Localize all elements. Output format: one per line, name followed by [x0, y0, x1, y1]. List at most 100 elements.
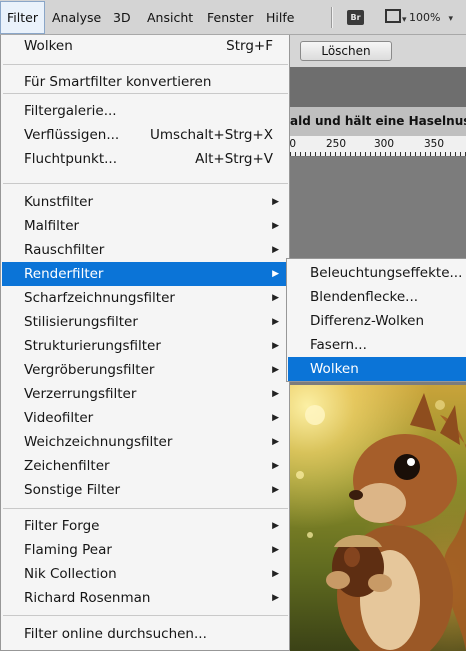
submenu-arrow-icon: ▶: [272, 521, 279, 531]
squirrel-image: [290, 385, 466, 651]
menu-item-label: Filter Forge: [24, 518, 100, 534]
menu-item-label: Vergröberungsfilter: [24, 362, 155, 378]
filter-menu-dropdown: Wolken Strg+F Für Smartfilter konvertieren…: [0, 35, 290, 651]
menu-item-filter-forge[interactable]: Filter Forge ▶: [2, 514, 288, 538]
document-tab[interactable]: ald und hält eine Haselnuss in: [290, 107, 466, 137]
submenu-item-label: Blendenflecke...: [310, 289, 419, 305]
submenu-arrow-icon: ▶: [272, 485, 279, 495]
menu-separator: [3, 183, 288, 184]
submenu-arrow-icon: ▶: [272, 245, 279, 255]
submenu-item-beleuchtungseffekte[interactable]: Beleuchtungseffekte...: [288, 261, 466, 285]
menu-item-flaming-pear[interactable]: Flaming Pear ▶: [2, 538, 288, 562]
menu-item-label: Für Smartfilter konvertieren: [24, 74, 212, 90]
ruler-label: 250: [326, 138, 347, 150]
bridge-icon[interactable]: Br: [347, 10, 364, 25]
menu-item-label: Videofilter: [24, 410, 94, 426]
submenu-item-label: Differenz-Wolken: [310, 313, 425, 329]
submenu-arrow-icon: ▶: [272, 317, 279, 327]
ruler-tick: [315, 152, 316, 156]
submenu-item-blendenflecke[interactable]: Blendenflecke...: [288, 285, 466, 309]
submenu-arrow-icon: ▶: [272, 197, 279, 207]
menu-item-nik-collection[interactable]: Nik Collection ▶: [2, 562, 288, 586]
submenu-item-fasern[interactable]: Fasern...: [288, 333, 466, 357]
menu-item-label: Zeichenfilter: [24, 458, 110, 474]
menu-item-label: Filtergalerie...: [24, 103, 117, 119]
menu-item-label: Verflüssigen...: [24, 127, 120, 143]
menu-filter-label: Filter: [7, 10, 38, 25]
submenu-arrow-icon: ▶: [272, 437, 279, 447]
menu-3d[interactable]: 3D: [107, 0, 137, 35]
ruler-tick: [400, 152, 401, 156]
menu-item-strukturierungsfilter[interactable]: Strukturierungsfilter ▶: [2, 334, 288, 358]
menu-item-label: Kunstfilter: [24, 194, 94, 210]
ruler-tick: [415, 152, 416, 156]
document-title: ald und hält eine Haselnuss in: [290, 114, 466, 128]
menu-filter[interactable]: Filter: [0, 1, 45, 34]
menu-item-wolken[interactable]: Wolken Strg+F: [2, 34, 288, 58]
menu-item-filter-online-durchsuchen[interactable]: Filter online durchsuchen...: [2, 622, 288, 646]
menu-item-label: Sonstige Filter: [24, 482, 121, 498]
menu-item-label: Richard Rosenman: [24, 590, 151, 606]
ruler-tick: [385, 152, 386, 156]
submenu-arrow-icon: ▶: [272, 389, 279, 399]
submenu-arrow-icon: ▶: [272, 593, 279, 603]
ruler-tick: [340, 152, 341, 156]
menu-item-kunstfilter[interactable]: Kunstfilter ▶: [2, 190, 288, 214]
ruler-tick: [395, 152, 396, 156]
zoom-chevron-down-icon[interactable]: ▾: [448, 14, 453, 24]
ruler-tick: [355, 152, 356, 156]
menu-item-für-smartfilter-konvertieren[interactable]: Für Smartfilter konvertieren: [2, 70, 288, 94]
ruler-tick: [300, 152, 301, 156]
submenu-item-wolken[interactable]: Wolken: [288, 357, 466, 381]
menu-item-filtergalerie[interactable]: Filtergalerie...: [2, 99, 288, 123]
submenu-arrow-icon: ▶: [272, 269, 279, 279]
submenu-arrow-icon: ▶: [272, 293, 279, 303]
chevron-down-icon[interactable]: ▾: [402, 15, 407, 25]
menu-item-label: Filter online durchsuchen...: [24, 626, 207, 642]
menu-item-sonstige-filter[interactable]: Sonstige Filter ▶: [2, 478, 288, 502]
menu-item-label: Strukturierungsfilter: [24, 338, 161, 354]
ruler-tick: [455, 152, 456, 156]
menu-fenster[interactable]: Fenster: [201, 0, 259, 35]
ruler-tick: [365, 152, 366, 156]
menu-item-videofilter[interactable]: Videofilter ▶: [2, 406, 288, 430]
menu-item-verzerrungsfilter[interactable]: Verzerrungsfilter ▶: [2, 382, 288, 406]
menu-item-verflüssigen[interactable]: Verflüssigen... Umschalt+Strg+X: [2, 123, 288, 147]
menu-item-shortcut: Umschalt+Strg+X: [150, 127, 273, 143]
ruler-tick: [360, 152, 361, 156]
menu-separator: [3, 508, 288, 509]
ruler-tick: [390, 152, 391, 156]
ruler-tick: [325, 152, 326, 156]
ruler-tick: [445, 152, 446, 156]
menu-item-label: Flaming Pear: [24, 542, 112, 558]
menu-item-label: Weichzeichnungsfilter: [24, 434, 173, 450]
delete-button[interactable]: Löschen: [300, 41, 392, 61]
workspace-background: [290, 67, 466, 107]
zoom-level[interactable]: 100% ▾: [409, 0, 453, 35]
menu-item-zeichenfilter[interactable]: Zeichenfilter ▶: [2, 454, 288, 478]
menu-item-weichzeichnungsfilter[interactable]: Weichzeichnungsfilter ▶: [2, 430, 288, 454]
menu-item-fluchtpunkt[interactable]: Fluchtpunkt... Alt+Strg+V: [2, 147, 288, 171]
menu-item-scharfzeichnungsfilter[interactable]: Scharfzeichnungsfilter ▶: [2, 286, 288, 310]
submenu-arrow-icon: ▶: [272, 413, 279, 423]
menu-item-label: Malfilter: [24, 218, 80, 234]
menu-item-richard-rosenman[interactable]: Richard Rosenman ▶: [2, 586, 288, 610]
menu-hilfe[interactable]: Hilfe: [260, 0, 300, 35]
menu-item-renderfilter[interactable]: Renderfilter ▶: [2, 262, 288, 286]
menu-ansicht[interactable]: Ansicht: [141, 0, 199, 35]
menu-item-vergröberungsfilter[interactable]: Vergröberungsfilter ▶: [2, 358, 288, 382]
menu-item-rauschfilter[interactable]: Rauschfilter ▶: [2, 238, 288, 262]
ruler-tick: [335, 152, 336, 156]
ruler-tick: [420, 152, 421, 156]
screen-mode-icon[interactable]: [385, 9, 401, 23]
submenu-arrow-icon: ▶: [272, 221, 279, 231]
menu-3d-label: 3D: [113, 10, 131, 25]
menu-separator: [3, 615, 288, 616]
menu-item-stilisierungsfilter[interactable]: Stilisierungsfilter ▶: [2, 310, 288, 334]
submenu-arrow-icon: ▶: [272, 365, 279, 375]
submenu-item-differenz-wolken[interactable]: Differenz-Wolken: [288, 309, 466, 333]
menu-item-malfilter[interactable]: Malfilter ▶: [2, 214, 288, 238]
menu-analyse[interactable]: Analyse: [46, 0, 107, 35]
menu-item-shortcut: Alt+Strg+V: [195, 151, 273, 167]
ruler-tick: [320, 152, 321, 156]
